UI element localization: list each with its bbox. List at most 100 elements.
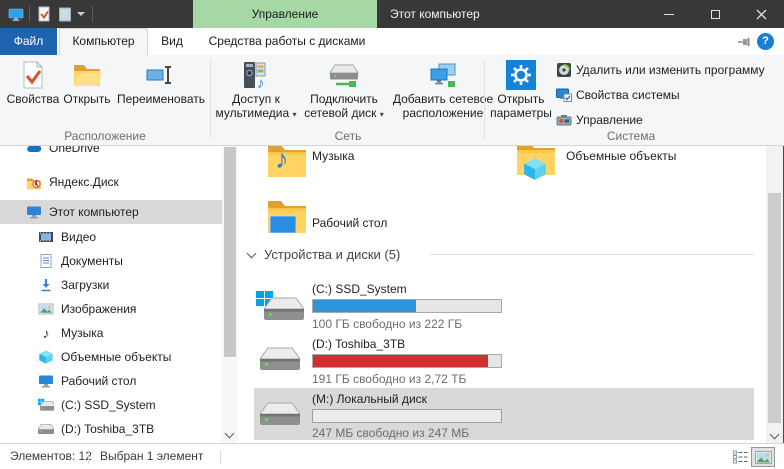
drive-name[interactable]: (D:) Toshiba_3TB bbox=[312, 337, 405, 351]
map-network-drive-button[interactable]: Подключить сетевой диск ▾ bbox=[298, 57, 390, 127]
sidebar-scrollbar[interactable] bbox=[222, 146, 238, 443]
manage-button[interactable]: Управление bbox=[556, 111, 643, 129]
qat-new-folder-icon[interactable] bbox=[58, 7, 72, 22]
drive-d-tile-icon[interactable] bbox=[260, 347, 300, 376]
sidebar-item-label: Изображения bbox=[61, 302, 136, 316]
sidebar-item-music[interactable]: ♪ Музыка bbox=[0, 321, 222, 345]
downloads-icon bbox=[38, 277, 54, 293]
file-list-pane: ♪ Музыка Объемные объекты Рабочий стол У… bbox=[238, 146, 766, 443]
button-label: Свойства системы bbox=[576, 88, 680, 102]
qat-properties-icon[interactable] bbox=[36, 6, 52, 22]
thumbnail-view-button[interactable] bbox=[751, 447, 775, 467]
thumbnail-view-icon bbox=[755, 451, 772, 464]
system-properties-button[interactable]: Свойства системы bbox=[556, 86, 680, 104]
drive-capacity-bar bbox=[312, 354, 502, 368]
pictures-icon bbox=[38, 301, 54, 317]
minimize-button[interactable] bbox=[646, 0, 692, 28]
properties-icon bbox=[18, 60, 48, 90]
drive-icon bbox=[260, 347, 300, 373]
section-header-line bbox=[430, 254, 754, 255]
drive-free-space: 100 ГБ свободно из 222 ГБ bbox=[312, 317, 462, 331]
tab-view[interactable]: Вид bbox=[150, 28, 194, 55]
open-settings-button[interactable]: Открыть параметры bbox=[488, 57, 554, 127]
button-label: Удалить или изменить программу bbox=[576, 63, 765, 77]
folder-tile-desktop[interactable] bbox=[266, 196, 306, 242]
sidebar-scroll-down-arrow[interactable] bbox=[226, 426, 233, 440]
sidebar-item-label: Музыка bbox=[61, 326, 103, 340]
maximize-button[interactable] bbox=[692, 0, 738, 28]
folder-label[interactable]: Объемные объекты bbox=[566, 149, 676, 163]
network-location-icon bbox=[428, 60, 458, 90]
tab-disk-tools[interactable]: Средства работы с дисками bbox=[197, 28, 377, 55]
music-note-icon: ♪ bbox=[38, 325, 54, 341]
uninstall-program-button[interactable]: Удалить или изменить программу bbox=[556, 61, 765, 79]
folder-tile-3d-objects[interactable] bbox=[515, 146, 555, 184]
main-scrollbar-thumb[interactable] bbox=[768, 193, 781, 423]
button-label: Доступ к мультимедиа ▾ bbox=[214, 92, 298, 122]
documents-icon bbox=[38, 253, 54, 269]
tab-file[interactable]: Файл bbox=[0, 28, 57, 55]
svg-text:♪: ♪ bbox=[257, 75, 265, 90]
open-button[interactable]: Открыть bbox=[60, 57, 114, 127]
main-scrollbar[interactable] bbox=[766, 146, 783, 443]
folder-label[interactable]: Музыка bbox=[312, 149, 354, 163]
sidebar-item-label: OneDrive bbox=[49, 146, 100, 155]
drive-free-space: 191 ГБ свободно из 2,72 ТБ bbox=[312, 372, 466, 386]
sidebar-item-drive-c[interactable]: (C:) SSD_System bbox=[0, 393, 222, 417]
sidebar-item-drive-d[interactable]: (D:) Toshiba_3TB bbox=[0, 417, 222, 441]
sidebar-scrollbar-thumb[interactable] bbox=[224, 147, 236, 357]
group-label-system: Система bbox=[486, 129, 776, 143]
drive-name[interactable]: (C:) SSD_System bbox=[312, 282, 407, 296]
sidebar-item-label: Этот компьютер bbox=[49, 205, 139, 219]
sidebar-item-yandex-disk[interactable]: Яндекс.Диск bbox=[0, 170, 222, 194]
rename-button[interactable]: Переименовать bbox=[114, 57, 208, 127]
drive-m-tile-selected[interactable]: (M:) Локальный диск 247 МБ свободно из 2… bbox=[254, 388, 754, 440]
drive-c-windows-icon bbox=[256, 286, 304, 326]
add-network-location-button[interactable]: Добавить сетевое расположение bbox=[390, 57, 496, 127]
dropdown-arrow-icon: ▾ bbox=[293, 110, 297, 119]
button-label: Свойства bbox=[7, 92, 60, 106]
sidebar-item-desktop[interactable]: Рабочий стол bbox=[0, 369, 222, 393]
explorer-window: Управление Этот компьютер Файл Компьютер… bbox=[0, 0, 784, 469]
folder-tile-music[interactable]: ♪ bbox=[266, 146, 306, 184]
sidebar-item-label: Яндекс.Диск bbox=[49, 175, 119, 189]
window-title: Этот компьютер bbox=[390, 0, 480, 28]
3d-cube-icon bbox=[522, 156, 548, 182]
media-server-icon: ♪ bbox=[241, 60, 271, 90]
drive-c-tile-icon[interactable] bbox=[256, 286, 304, 326]
window-this-pc-icon bbox=[8, 6, 24, 22]
pin-ribbon-icon[interactable] bbox=[737, 37, 751, 47]
help-icon[interactable]: ? bbox=[757, 33, 774, 50]
context-tab-management[interactable]: Управление bbox=[193, 0, 377, 28]
drive-name: (M:) Локальный диск bbox=[312, 392, 427, 406]
media-access-button[interactable]: ♪ Доступ к мультимедиа ▾ bbox=[214, 57, 298, 127]
sidebar-item-3d-objects[interactable]: Объемные объекты bbox=[0, 345, 222, 369]
drive-capacity-bar bbox=[312, 299, 502, 313]
section-header[interactable]: Устройства и диски (5) bbox=[264, 247, 400, 262]
sidebar-item-onedrive[interactable]: OneDrive bbox=[0, 146, 222, 160]
group-separator bbox=[484, 59, 485, 139]
button-label: Открыть bbox=[63, 92, 110, 106]
3d-cube-icon bbox=[38, 349, 54, 365]
rename-icon bbox=[146, 60, 176, 90]
tab-computer[interactable]: Компьютер bbox=[59, 28, 148, 55]
button-label: Подключить сетевой диск ▾ bbox=[298, 92, 390, 122]
sidebar-item-documents[interactable]: Документы bbox=[0, 249, 222, 273]
items-count: Элементов: 12 bbox=[10, 444, 92, 469]
uninstall-program-icon bbox=[556, 62, 572, 78]
sidebar-item-downloads[interactable]: Загрузки bbox=[0, 273, 222, 297]
status-separator bbox=[88, 450, 89, 464]
sidebar-item-video[interactable]: Видео bbox=[0, 225, 222, 249]
sidebar-item-this-pc[interactable]: Этот компьютер bbox=[0, 200, 222, 224]
qat-dropdown-icon[interactable] bbox=[77, 12, 85, 16]
properties-button[interactable]: Свойства bbox=[6, 57, 60, 127]
folder-label[interactable]: Рабочий стол bbox=[312, 216, 387, 230]
sidebar-item-pictures[interactable]: Изображения bbox=[0, 297, 222, 321]
main-scroll-down-arrow[interactable] bbox=[771, 427, 778, 441]
close-button[interactable] bbox=[738, 0, 784, 28]
section-collapse-chevron-icon[interactable] bbox=[247, 249, 257, 259]
music-note-icon: ♪ bbox=[275, 146, 289, 175]
list-view-button[interactable] bbox=[731, 449, 749, 465]
minimize-icon bbox=[664, 14, 674, 15]
drive-free-space: 247 МБ свободно из 247 МБ bbox=[312, 426, 469, 440]
